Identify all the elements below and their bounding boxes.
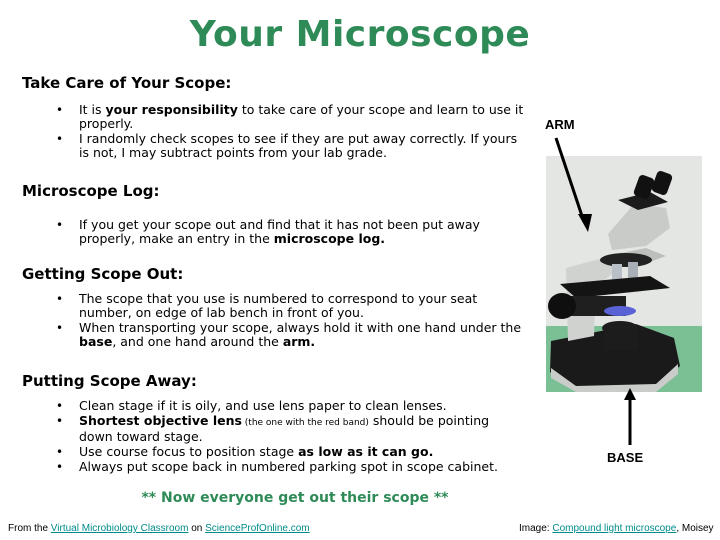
bold-text: base bbox=[79, 334, 113, 349]
base-label: BASE bbox=[607, 450, 644, 465]
closing-message: ** Now everyone get out their scope ** bbox=[141, 490, 449, 506]
list-item: The scope that you use is numbered to co… bbox=[56, 292, 526, 320]
text: When transporting your scope, always hol… bbox=[79, 320, 522, 335]
scienceprofonline-link[interactable]: ScienceProfOnline.com bbox=[205, 523, 310, 534]
microscope-photo bbox=[546, 156, 702, 392]
microscope-illustration bbox=[546, 156, 702, 392]
small-text: (the one with the red band) bbox=[241, 418, 369, 428]
base-arrow-icon bbox=[624, 388, 636, 445]
credit-text: on bbox=[188, 523, 206, 534]
virtual-microbiology-classroom-link[interactable]: Virtual Microbiology Classroom bbox=[51, 523, 189, 534]
list-item: Shortest objective lens (the one with th… bbox=[56, 414, 526, 444]
page-title: Your Microscope bbox=[189, 14, 531, 55]
bold-text: your responsibility bbox=[105, 102, 238, 117]
text: It is bbox=[79, 102, 106, 117]
bold-text: as low as it can go. bbox=[298, 444, 434, 459]
credit-text: From the bbox=[8, 523, 51, 534]
text: I randomly check scopes to see if they a… bbox=[79, 131, 518, 160]
list-item: Clean stage if it is oily, and use lens … bbox=[56, 398, 526, 414]
text: Use course focus to position stage bbox=[79, 444, 299, 459]
section-heading-getting-scope-out: Getting Scope Out: bbox=[22, 265, 184, 283]
image-credit: Image: Compound light microscope, Moisey bbox=[519, 523, 714, 534]
list-item: It is your responsibility to take care o… bbox=[56, 103, 526, 131]
compound-light-microscope-link[interactable]: Compound light microscope bbox=[552, 523, 676, 534]
text: The scope that you use is numbered to co… bbox=[79, 291, 478, 320]
arm-label: ARM bbox=[545, 117, 575, 132]
bold-text: microscope log. bbox=[273, 231, 386, 246]
text: Clean stage if it is oily, and use lens … bbox=[79, 398, 447, 413]
section-heading-microscope-log: Microscope Log: bbox=[22, 182, 160, 200]
take-care-list: It is your responsibility to take care o… bbox=[56, 103, 526, 161]
bold-text: arm. bbox=[282, 334, 316, 349]
list-item: If you get your scope out and find that … bbox=[56, 218, 526, 246]
section-heading-putting-scope-away: Putting Scope Away: bbox=[22, 372, 197, 390]
list-item: Always put scope back in numbered parkin… bbox=[56, 459, 526, 475]
source-credit: From the Virtual Microbiology Classroom … bbox=[8, 523, 310, 534]
text: Always put scope back in numbered parkin… bbox=[79, 459, 498, 474]
microscope-log-list: If you get your scope out and find that … bbox=[56, 218, 526, 247]
putting-scope-away-list: Clean stage if it is oily, and use lens … bbox=[56, 399, 526, 475]
credit-text: , Moisey bbox=[676, 523, 714, 534]
bold-text: Shortest objective lens bbox=[79, 413, 242, 428]
list-item: When transporting your scope, always hol… bbox=[56, 321, 526, 349]
text: , and one hand around the bbox=[112, 334, 283, 349]
section-heading-take-care: Take Care of Your Scope: bbox=[22, 74, 232, 92]
list-item: Use course focus to position stage as lo… bbox=[56, 444, 526, 460]
credit-text: Image: bbox=[519, 523, 553, 534]
list-item: I randomly check scopes to see if they a… bbox=[56, 132, 526, 160]
getting-scope-out-list: The scope that you use is numbered to co… bbox=[56, 292, 526, 350]
